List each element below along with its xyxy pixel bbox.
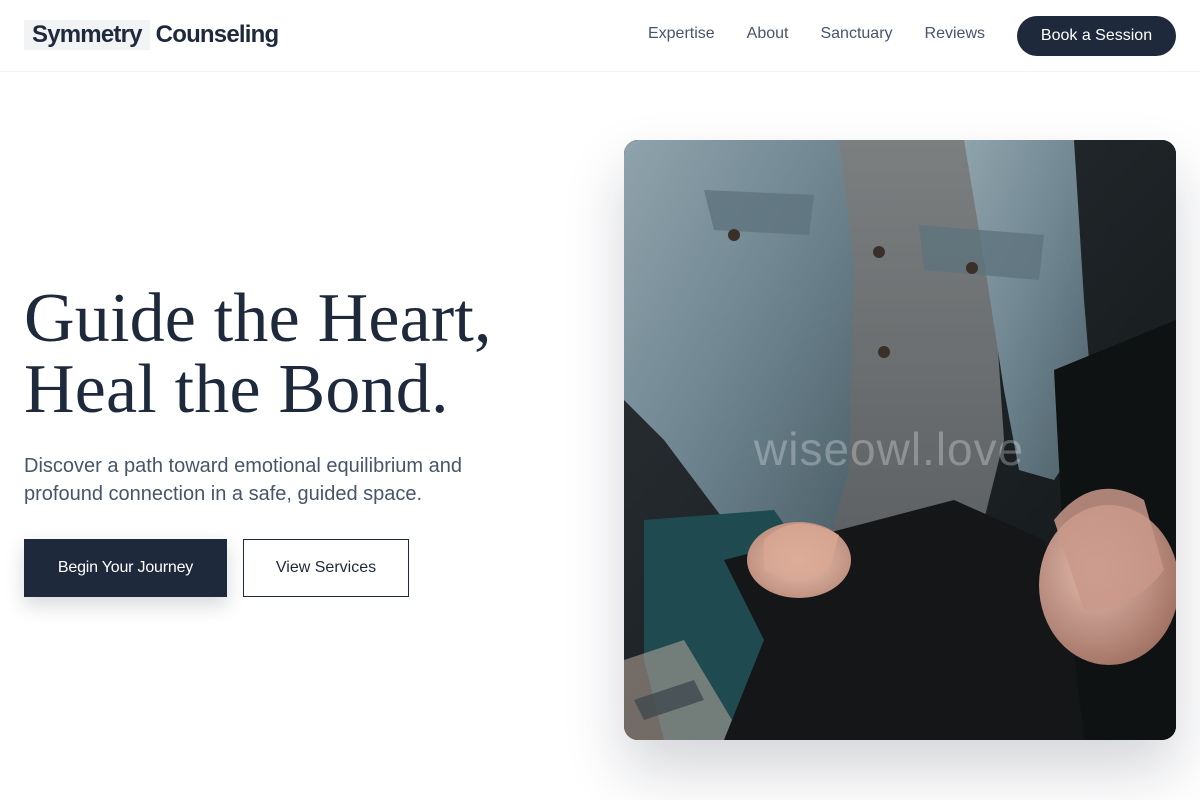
- begin-journey-button[interactable]: Begin Your Journey: [24, 539, 227, 597]
- nav-item-about[interactable]: About: [747, 24, 789, 44]
- brand-name-part1: Symmetry: [24, 20, 150, 50]
- nav-item-reviews[interactable]: Reviews: [925, 24, 985, 44]
- hero-title: Guide the Heart, Heal the Bond.: [24, 283, 584, 425]
- hero-title-line1: Guide the Heart,: [24, 280, 492, 357]
- hero-title-line2: Heal the Bond.: [24, 351, 449, 428]
- hero-subtitle: Discover a path toward emotional equilib…: [24, 455, 463, 505]
- hero-image: wiseowl.love: [624, 140, 1176, 740]
- nav-item-expertise[interactable]: Expertise: [648, 24, 715, 44]
- brand-logo[interactable]: Symmetry Counseling: [24, 20, 279, 50]
- book-session-button[interactable]: Book a Session: [1017, 16, 1176, 56]
- view-services-button[interactable]: View Services: [243, 539, 409, 597]
- image-watermark: wiseowl.love: [754, 423, 1025, 475]
- main-nav: Expertise About Sanctuary Reviews: [648, 24, 985, 44]
- brand-name-part2: Counseling: [155, 21, 279, 48]
- nav-item-sanctuary[interactable]: Sanctuary: [820, 24, 892, 44]
- site-header: Symmetry Counseling Expertise About Sanc…: [0, 0, 1200, 72]
